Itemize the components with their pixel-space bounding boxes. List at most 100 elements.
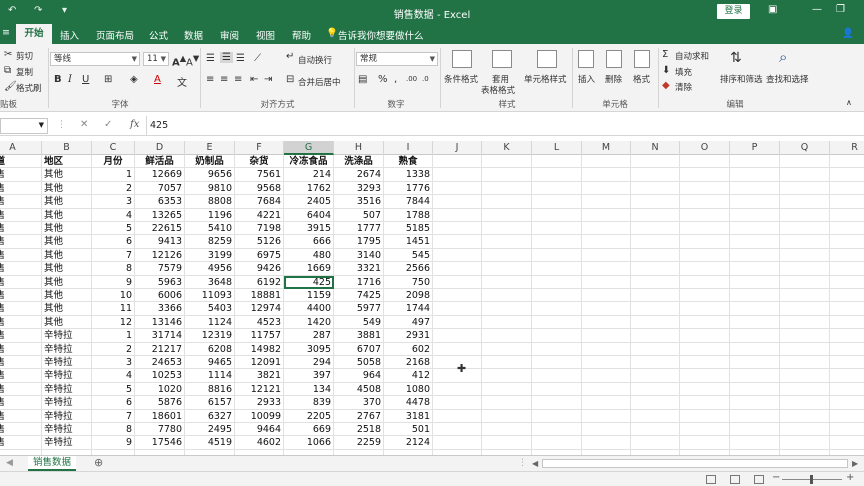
cell[interactable]: 497: [384, 315, 433, 330]
align-top-icon[interactable]: ☰: [206, 53, 215, 64]
cell[interactable]: 1020: [135, 382, 185, 397]
cell[interactable]: 6: [92, 235, 135, 249]
cell[interactable]: 辛特拉: [42, 329, 92, 343]
fill-button[interactable]: 填充: [675, 66, 692, 78]
cell[interactable]: 零售: [0, 423, 42, 437]
cell[interactable]: [780, 315, 830, 330]
cell[interactable]: 2405: [284, 195, 334, 209]
cell[interactable]: [532, 248, 582, 263]
cell[interactable]: 其他: [42, 262, 92, 276]
insert-function-icon[interactable]: fx: [130, 119, 139, 130]
cell[interactable]: 18601: [135, 409, 185, 423]
login-button[interactable]: 登录: [717, 4, 750, 19]
cell[interactable]: 零售: [0, 409, 42, 423]
cell[interactable]: 4602: [235, 436, 284, 450]
cell[interactable]: 6353: [135, 195, 185, 209]
cell[interactable]: [482, 195, 532, 209]
sigma-icon[interactable]: Σ: [662, 49, 668, 60]
cell[interactable]: [532, 235, 582, 249]
column-title-cell[interactable]: [433, 155, 482, 169]
cell[interactable]: [780, 168, 830, 182]
tab-view[interactable]: 视图: [256, 28, 275, 42]
cell[interactable]: [433, 168, 482, 182]
cell[interactable]: 549: [334, 315, 384, 330]
zoom-slider-thumb[interactable]: [810, 475, 813, 484]
cell[interactable]: 5: [92, 382, 135, 397]
cell[interactable]: 2: [92, 342, 135, 356]
cell[interactable]: 7780: [135, 423, 185, 437]
cell[interactable]: 1451: [384, 235, 433, 249]
cell[interactable]: [532, 262, 582, 276]
column-title-cell[interactable]: [582, 155, 631, 169]
cell[interactable]: 零售: [0, 369, 42, 383]
name-box[interactable]: ▼: [0, 118, 48, 134]
cell[interactable]: 零售: [0, 235, 42, 249]
cell[interactable]: 3: [92, 195, 135, 209]
increase-indent-icon[interactable]: ⇥: [264, 74, 272, 85]
cell[interactable]: [780, 369, 830, 383]
wrap-text-icon[interactable]: ↵: [286, 51, 294, 62]
clear-button[interactable]: 清除: [675, 81, 692, 93]
cell[interactable]: 零售: [0, 342, 42, 356]
cell[interactable]: [433, 302, 482, 316]
cell[interactable]: [631, 342, 680, 356]
decrease-indent-icon[interactable]: ⇤: [250, 74, 258, 85]
cell[interactable]: 12121: [235, 382, 284, 397]
cell[interactable]: 5: [92, 222, 135, 236]
cell[interactable]: [582, 369, 631, 383]
cell[interactable]: 4400: [284, 302, 334, 316]
cut-button[interactable]: 剪切: [16, 50, 33, 62]
cell[interactable]: 2518: [334, 423, 384, 437]
cell[interactable]: 其他: [42, 302, 92, 316]
cell[interactable]: [482, 248, 532, 263]
cell[interactable]: 7198: [235, 222, 284, 236]
cell[interactable]: 2259: [334, 436, 384, 450]
cell[interactable]: [680, 262, 730, 276]
cell[interactable]: 1196: [185, 208, 235, 222]
cell[interactable]: [532, 195, 582, 209]
page-layout-view-icon[interactable]: [730, 475, 740, 484]
cell[interactable]: 9413: [135, 235, 185, 249]
cell[interactable]: 3366: [135, 302, 185, 316]
cell[interactable]: [631, 275, 680, 289]
cancel-icon[interactable]: ✕: [80, 119, 88, 130]
cell[interactable]: [631, 222, 680, 236]
cell[interactable]: [631, 423, 680, 437]
restore-icon[interactable]: ❐: [836, 4, 845, 15]
cell[interactable]: 其他: [42, 222, 92, 236]
cell[interactable]: [680, 382, 730, 397]
cell[interactable]: 其他: [42, 235, 92, 249]
cell[interactable]: 10: [92, 289, 135, 303]
cell[interactable]: [532, 329, 582, 343]
cell[interactable]: 4508: [334, 382, 384, 397]
cell[interactable]: [482, 423, 532, 437]
cell[interactable]: 3140: [334, 248, 384, 263]
cell[interactable]: [582, 262, 631, 276]
delete-cells-icon[interactable]: [606, 50, 622, 68]
cell[interactable]: [631, 356, 680, 370]
cell[interactable]: 7561: [235, 168, 284, 182]
tab-page-layout[interactable]: 页面布局: [96, 28, 134, 42]
cell-styles-button[interactable]: 单元格样式: [524, 73, 567, 85]
font-color-icon[interactable]: A: [154, 74, 161, 85]
cell[interactable]: [582, 222, 631, 236]
cell[interactable]: 1716: [334, 275, 384, 289]
cell[interactable]: [433, 275, 482, 289]
cell[interactable]: 零售: [0, 181, 42, 196]
cell[interactable]: [631, 315, 680, 330]
cell[interactable]: 2767: [334, 409, 384, 423]
cell[interactable]: [433, 289, 482, 303]
fill-down-icon[interactable]: ⬇: [662, 65, 670, 76]
cell[interactable]: 零售: [0, 436, 42, 450]
font-size-select[interactable]: 11 ▼: [143, 52, 169, 66]
cell[interactable]: 1159: [284, 289, 334, 303]
cell[interactable]: 8: [92, 262, 135, 276]
zoom-in-icon[interactable]: +: [846, 472, 854, 483]
cell[interactable]: 7: [92, 409, 135, 423]
cell[interactable]: 3199: [185, 248, 235, 263]
cell[interactable]: [433, 329, 482, 343]
cell[interactable]: 2205: [284, 409, 334, 423]
cell[interactable]: 2566: [384, 262, 433, 276]
format-table-icon[interactable]: [492, 50, 512, 68]
cell[interactable]: [680, 275, 730, 289]
